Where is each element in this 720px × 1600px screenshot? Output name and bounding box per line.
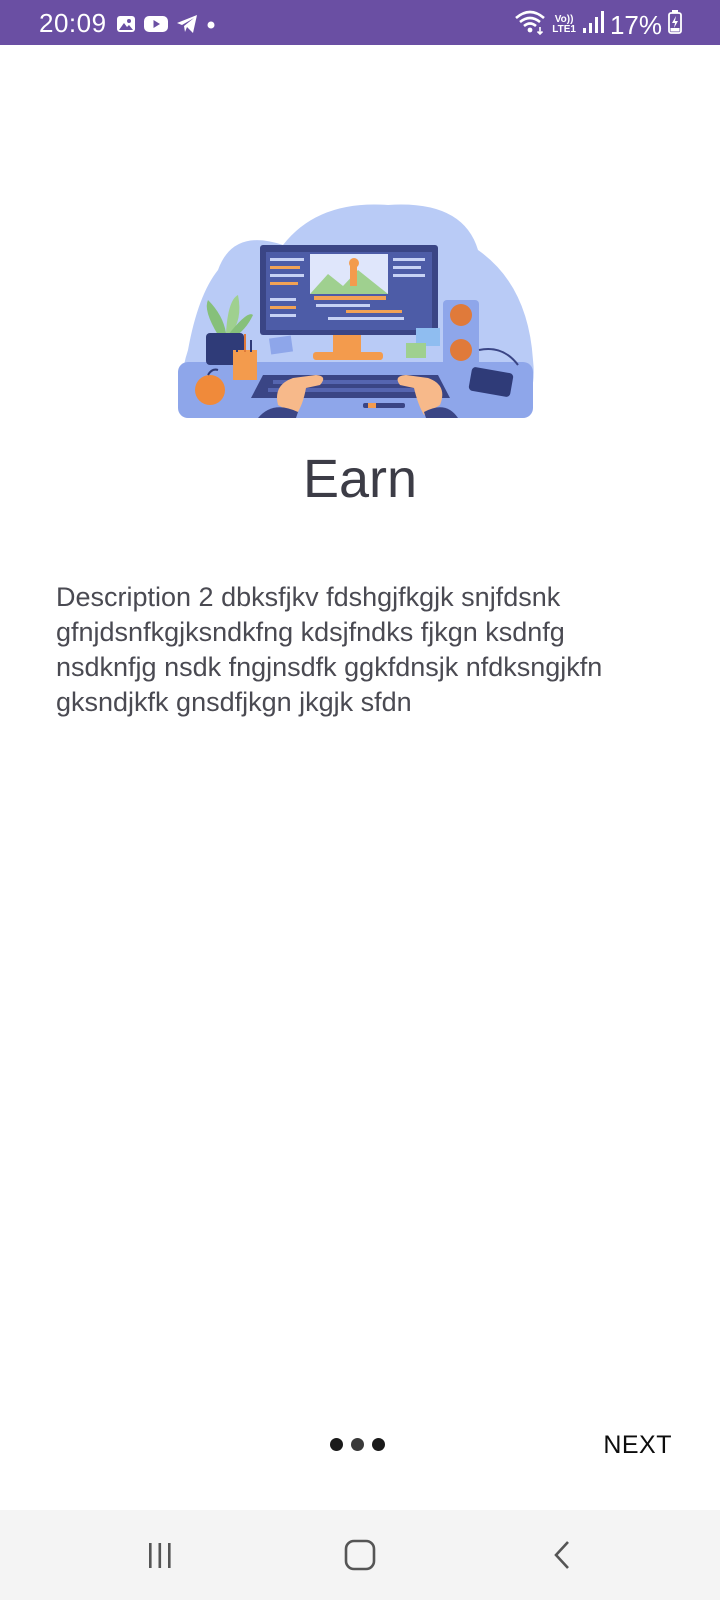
page-description: Description 2 dbksfjkv fdshgjfkgjk snjfd…	[56, 582, 603, 717]
lte-label: LTE1	[552, 23, 576, 35]
wifi-icon	[514, 9, 546, 40]
recent-apps-button[interactable]	[130, 1530, 190, 1580]
status-notification-icons	[116, 14, 216, 39]
status-system-icons: Vo)) LTE1 17%	[514, 9, 682, 40]
telegram-icon	[176, 14, 198, 39]
dot-icon	[206, 14, 216, 39]
back-button[interactable]	[533, 1530, 593, 1580]
youtube-icon	[144, 14, 168, 39]
video-editing-desk-illustration	[178, 204, 534, 418]
recent-apps-icon	[149, 1543, 171, 1568]
page-dot-3	[372, 1438, 385, 1451]
next-button[interactable]: NEXT	[603, 1430, 672, 1460]
onboarding-screen: 20:09 Vo)) LTE1 17% Earn Description 2 d…	[0, 0, 720, 1600]
status-time: 20:09	[39, 8, 107, 38]
page-title: Earn	[302, 449, 418, 509]
back-icon	[554, 1541, 569, 1569]
volte-label: Vo))	[554, 13, 574, 25]
home-icon	[344, 1539, 376, 1571]
home-button[interactable]	[330, 1530, 390, 1580]
signal-icon	[582, 10, 604, 39]
status-bar: 20:09 Vo)) LTE1 17%	[0, 0, 720, 45]
onboarding-illustration	[178, 200, 543, 430]
navigation-bar	[0, 1510, 720, 1600]
gallery-icon	[116, 14, 136, 39]
page-dot-2	[351, 1438, 364, 1451]
volte-icon: Vo)) LTE1	[552, 13, 576, 35]
battery-icon	[668, 10, 682, 39]
page-dot-1	[330, 1438, 343, 1451]
page-indicator	[330, 1438, 385, 1451]
battery-percent: 17%	[609, 9, 662, 40]
